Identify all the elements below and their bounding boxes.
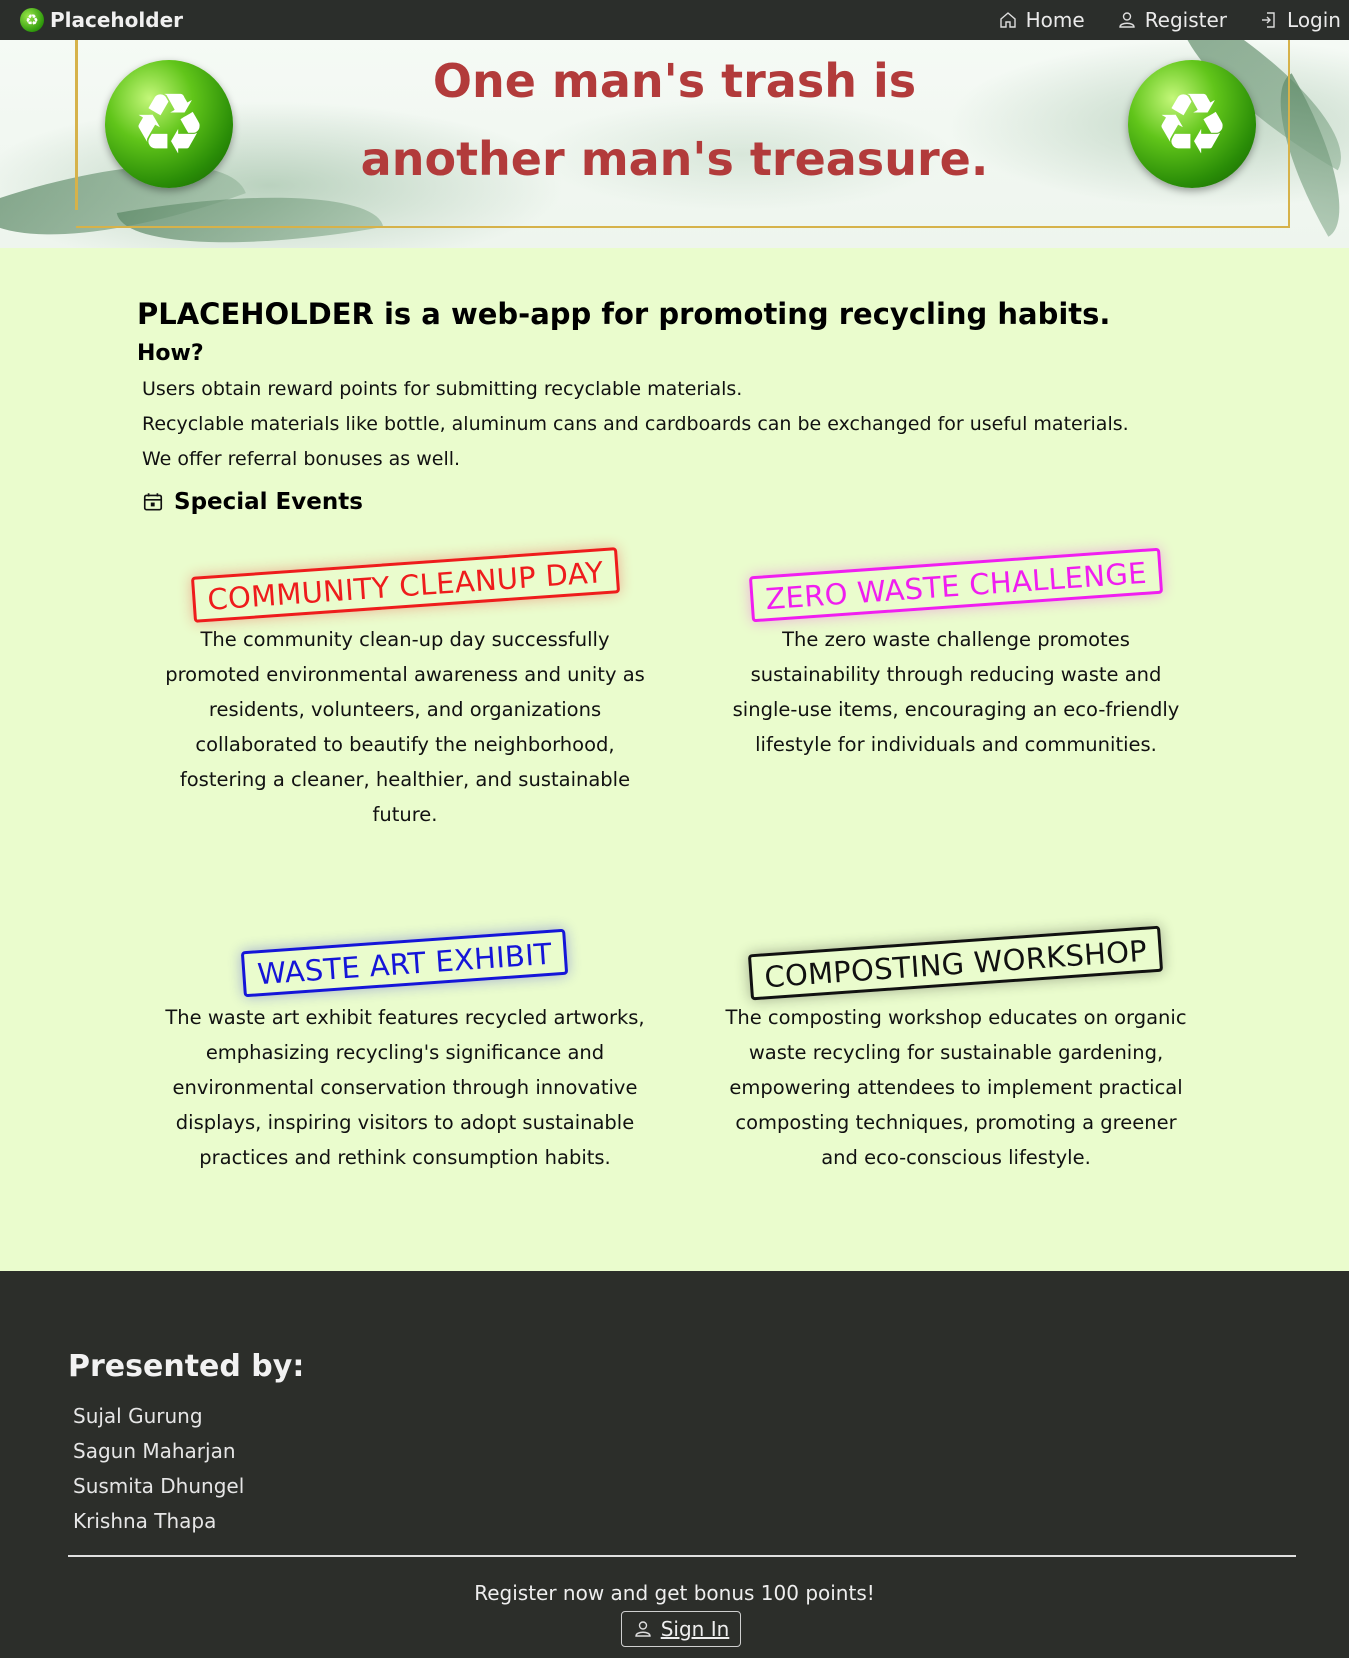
- nav-register-link[interactable]: Register: [1117, 8, 1227, 32]
- nav-login-label: Login: [1287, 8, 1341, 32]
- member-name: Susmita Dhungel: [73, 1474, 245, 1498]
- nav-home-label: Home: [1025, 8, 1085, 32]
- calendar-icon: [143, 493, 163, 511]
- event-description: The composting workshop educates on orga…: [725, 1006, 1187, 1169]
- brand-name: Placeholder: [50, 8, 184, 32]
- intro-section: PLACEHOLDER is a web-app for promoting r…: [137, 297, 1237, 515]
- brand-link[interactable]: ♻ Placeholder: [20, 8, 183, 32]
- special-events-heading: Special Events: [137, 489, 1237, 515]
- event-title-stamp: ZERO WASTE CHALLENGE: [748, 547, 1164, 623]
- page-title: PLACEHOLDER is a web-app for promoting r…: [137, 297, 1111, 331]
- sign-in-label: Sign In: [660, 1617, 730, 1641]
- login-icon: [1262, 12, 1275, 28]
- event-description: The zero waste challenge promotes sustai…: [732, 628, 1180, 756]
- house-icon: [999, 12, 1016, 28]
- hero-line-2: another man's treasure.: [360, 132, 989, 186]
- member-name: Krishna Thapa: [73, 1509, 217, 1533]
- hero-banner: ♻ ♻ One man's trash is another man's tre…: [0, 40, 1349, 248]
- nav-login-link[interactable]: Login: [1259, 8, 1341, 32]
- footer: Presented by: Sujal Gurung Sagun Maharja…: [0, 1271, 1349, 1658]
- intro-point: Users obtain reward points for submittin…: [142, 378, 743, 400]
- navbar: ♻ Placeholder Home Register Login: [0, 0, 1349, 40]
- presented-by-heading: Presented by:: [68, 1349, 305, 1384]
- nav-home-link[interactable]: Home: [998, 8, 1085, 32]
- sign-in-button[interactable]: Sign In: [621, 1611, 741, 1647]
- footer-divider: [68, 1555, 1296, 1557]
- intro-point: We offer referral bonuses as well.: [142, 448, 461, 470]
- how-heading: How?: [137, 341, 204, 366]
- person-icon: [635, 1621, 651, 1637]
- nav-links: Home Register Login: [998, 0, 1341, 40]
- recycle-logo-icon: ♻: [20, 8, 44, 32]
- person-icon: [1118, 12, 1135, 28]
- event-card: COMMUNITY CLEANUP DAY The community clea…: [165, 547, 645, 832]
- event-card: COMPOSTING WORKSHOP The composting works…: [716, 925, 1196, 1175]
- event-card: WASTE ART EXHIBIT The waste art exhibit …: [165, 928, 645, 1175]
- event-description: The community clean-up day successfully …: [165, 628, 645, 826]
- register-cta-text: Register now and get bonus 100 points!: [474, 1581, 875, 1605]
- event-card: ZERO WASTE CHALLENGE The zero waste chal…: [716, 547, 1196, 762]
- nav-register-label: Register: [1144, 8, 1228, 32]
- intro-point: Recyclable materials like bottle, alumin…: [142, 413, 1129, 435]
- member-name: Sujal Gurung: [73, 1404, 203, 1428]
- member-name: Sagun Maharjan: [73, 1439, 236, 1463]
- special-events-label: Special Events: [174, 489, 363, 515]
- hero-line-1: One man's trash is: [432, 54, 917, 108]
- event-title-stamp: WASTE ART EXHIBIT: [241, 928, 569, 998]
- event-title-stamp: COMPOSTING WORKSHOP: [748, 925, 1164, 1001]
- event-description: The waste art exhibit features recycled …: [165, 1006, 645, 1169]
- members-list: Sujal Gurung Sagun Maharjan Susmita Dhun…: [73, 1399, 244, 1539]
- event-title-stamp: COMMUNITY CLEANUP DAY: [190, 547, 620, 623]
